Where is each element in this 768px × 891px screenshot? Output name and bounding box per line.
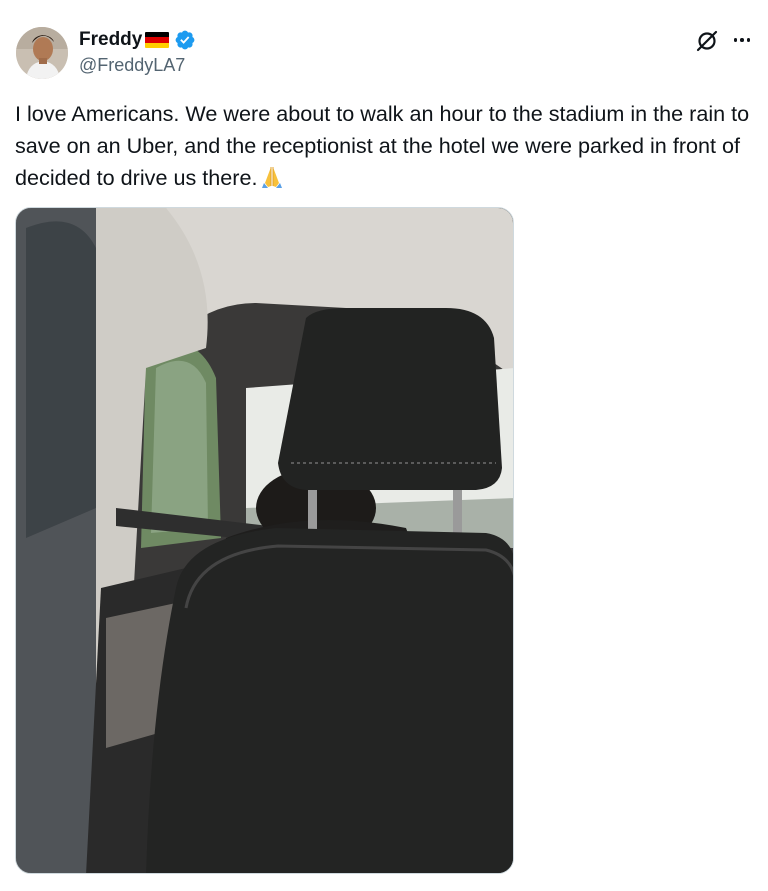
tweet-text: I love Americans. We were about to walk …	[15, 101, 756, 190]
author-avatar[interactable]	[16, 27, 68, 79]
author-display-name[interactable]: Freddy	[79, 29, 142, 51]
author-handle[interactable]: @FreddyLA7	[79, 55, 185, 76]
tweet-text-container: I love Americans. We were about to walk …	[15, 98, 760, 194]
car-interior-photo	[16, 208, 513, 873]
verified-badge-icon	[175, 30, 195, 50]
avatar-image	[16, 27, 68, 79]
author-name-row: Freddy	[79, 28, 196, 52]
more-dots-icon[interactable]	[728, 29, 756, 51]
tweet-media-photo[interactable]	[15, 207, 514, 874]
germany-flag-icon	[145, 32, 170, 48]
grok-icon[interactable]	[694, 28, 720, 54]
folded-hands-emoji	[262, 167, 283, 188]
